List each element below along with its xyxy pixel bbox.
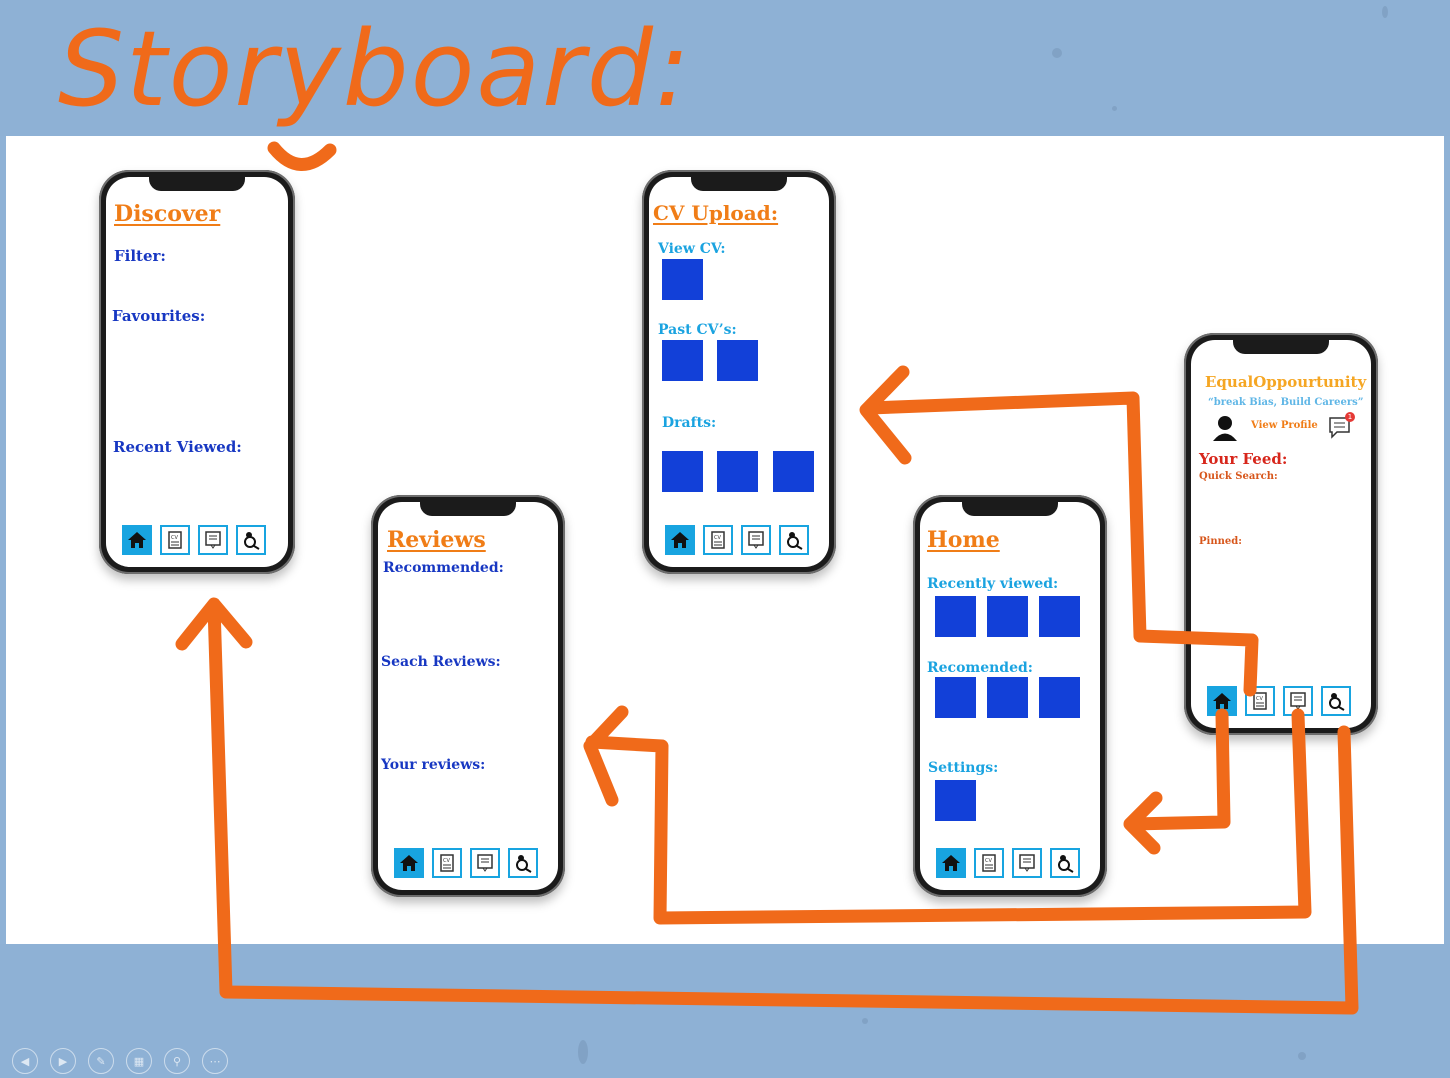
recently-viewed-label: Recently viewed:	[927, 576, 1059, 592]
bottom-nav: CV	[920, 848, 1100, 878]
phone-reviews: Reviews Recommended: Seach Reviews: Your…	[371, 495, 565, 897]
favourites-label: Favourites:	[112, 307, 206, 325]
app-name: EqualOppourtunity	[1205, 373, 1367, 391]
phone-discover: Discover Filter: Favourites: Recent View…	[99, 170, 295, 574]
recommended-tile[interactable]	[1039, 677, 1080, 718]
home-icon[interactable]	[936, 848, 966, 878]
draft-tile[interactable]	[717, 451, 758, 492]
bottom-nav: CV	[378, 848, 558, 878]
drafts-label: Drafts:	[662, 415, 717, 431]
bottom-nav: CV	[649, 525, 829, 555]
cv-icon[interactable]: CV	[974, 848, 1004, 878]
pinned-label: Pinned:	[1199, 536, 1242, 547]
search-reviews-label: Seach Reviews:	[381, 654, 501, 670]
slide-title: Storyboard:	[58, 8, 692, 130]
past-cv-tile[interactable]	[662, 340, 703, 381]
search-person-icon[interactable]	[779, 525, 809, 555]
reviews-icon[interactable]	[198, 525, 228, 555]
recommended-tile[interactable]	[987, 677, 1028, 718]
more-icon[interactable]: ⋯	[202, 1048, 228, 1074]
recent-tile[interactable]	[1039, 596, 1080, 637]
view-profile-link[interactable]: View Profile	[1251, 420, 1318, 431]
pen-icon[interactable]: ✎	[88, 1048, 114, 1074]
recommended-tile[interactable]	[935, 677, 976, 718]
recent-tile[interactable]	[987, 596, 1028, 637]
svg-text:CV: CV	[985, 858, 992, 864]
reviews-icon[interactable]	[1012, 848, 1042, 878]
svg-text:CV: CV	[171, 535, 178, 541]
draft-tile[interactable]	[773, 451, 814, 492]
avatar-icon[interactable]	[1212, 414, 1238, 446]
svg-text:CV: CV	[443, 858, 450, 864]
bottom-nav: CV	[106, 525, 288, 555]
cv-tile[interactable]	[662, 259, 703, 300]
reviews-icon[interactable]	[1283, 686, 1313, 716]
recent-tile[interactable]	[935, 596, 976, 637]
bottom-nav: CV	[1191, 686, 1371, 716]
recommended-label: Recommended:	[383, 560, 504, 576]
your-reviews-label: Your reviews:	[381, 757, 486, 773]
phone-cv-upload: CV Upload: View CV: Past CV’s: Drafts: C…	[642, 170, 836, 574]
recent-viewed-label: Recent Viewed:	[113, 438, 242, 456]
screen-title: Discover	[114, 201, 221, 227]
screen-title: Home	[927, 527, 1000, 553]
phone-landing: EqualOppourtunity “break Bias, Build Car…	[1184, 333, 1378, 735]
next-icon[interactable]: ▶	[50, 1048, 76, 1074]
search-person-icon[interactable]	[236, 525, 266, 555]
past-cvs-label: Past CV’s:	[658, 322, 737, 338]
search-person-icon[interactable]	[1321, 686, 1351, 716]
previous-icon[interactable]: ◀	[12, 1048, 38, 1074]
draft-tile[interactable]	[662, 451, 703, 492]
svg-text:CV: CV	[714, 535, 721, 541]
reviews-icon[interactable]	[470, 848, 500, 878]
settings-tile[interactable]	[935, 780, 976, 821]
cv-icon[interactable]: CV	[160, 525, 190, 555]
cv-icon[interactable]: CV	[703, 525, 733, 555]
feed-title: Your Feed:	[1199, 450, 1288, 468]
home-icon[interactable]	[122, 525, 152, 555]
slides-icon[interactable]: ▦	[126, 1048, 152, 1074]
screen-title: Reviews	[387, 527, 486, 553]
zoom-icon[interactable]: ⚲	[164, 1048, 190, 1074]
search-person-icon[interactable]	[508, 848, 538, 878]
phone-home: Home Recently viewed: Recomended: Settin…	[913, 495, 1107, 897]
past-cv-tile[interactable]	[717, 340, 758, 381]
quick-search-label: Quick Search:	[1199, 471, 1278, 482]
recommended-label: Recomended:	[927, 660, 1033, 676]
search-person-icon[interactable]	[1050, 848, 1080, 878]
view-cv-label: View CV:	[658, 241, 726, 257]
home-icon[interactable]	[394, 848, 424, 878]
svg-text:CV: CV	[1256, 696, 1263, 702]
cv-icon[interactable]: CV	[432, 848, 462, 878]
home-icon[interactable]	[665, 525, 695, 555]
notification-badge: 1	[1345, 412, 1355, 422]
screen-title: CV Upload:	[653, 201, 779, 225]
settings-label: Settings:	[928, 760, 999, 776]
reviews-icon[interactable]	[741, 525, 771, 555]
home-icon[interactable]	[1207, 686, 1237, 716]
filter-label: Filter:	[114, 247, 166, 265]
cv-icon[interactable]: CV	[1245, 686, 1275, 716]
tagline: “break Bias, Build Careers”	[1208, 397, 1364, 408]
